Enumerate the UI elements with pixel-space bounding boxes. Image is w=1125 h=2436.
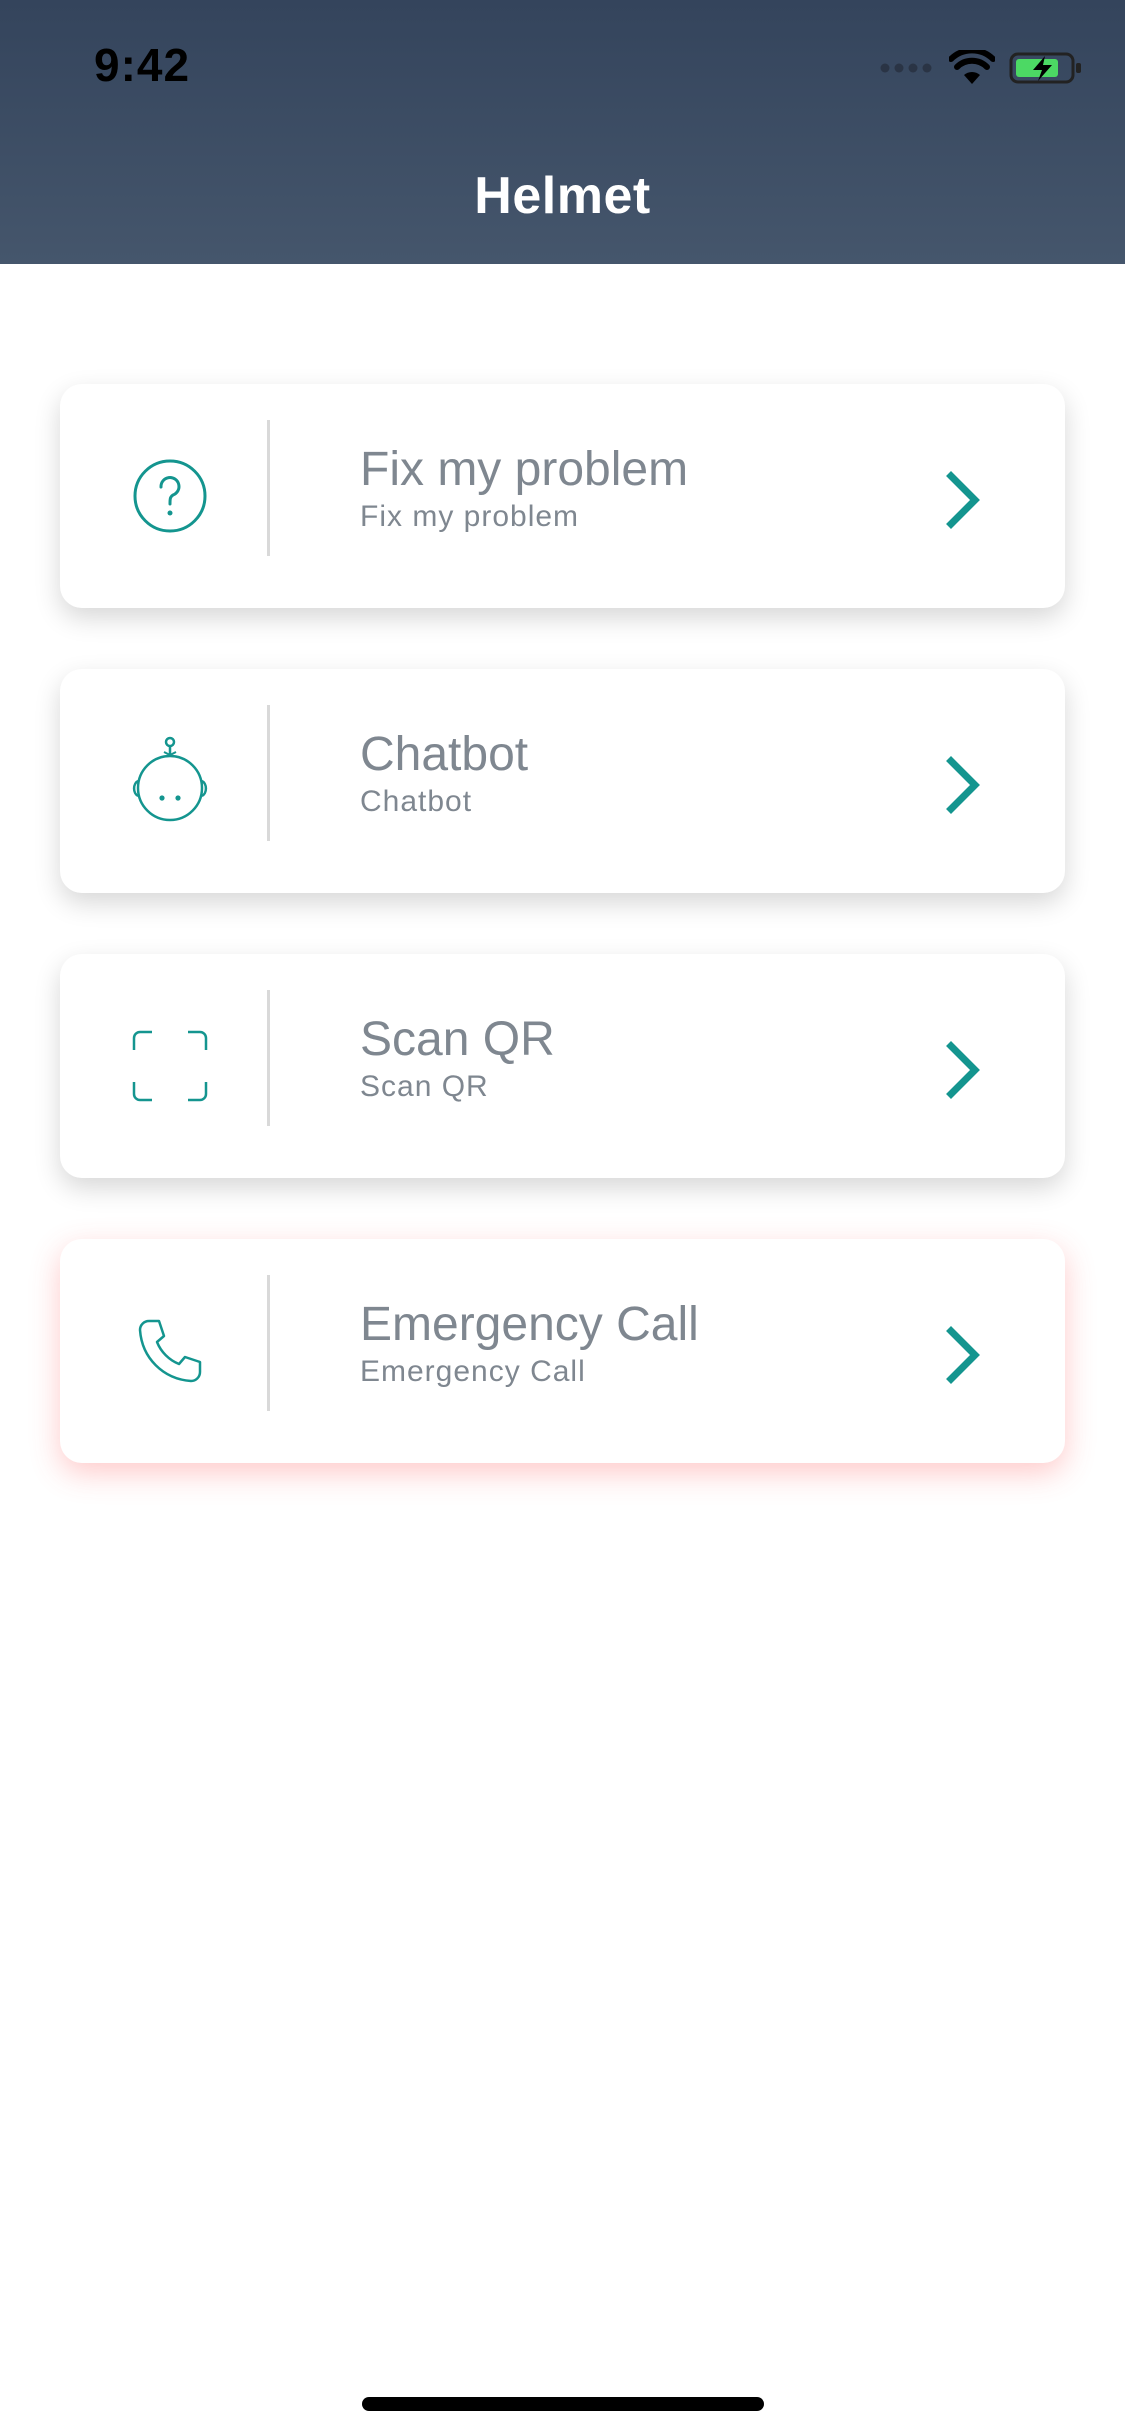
- menu-item-subtitle: Scan QR: [360, 1070, 489, 1103]
- app-header: 9:42 Helmet: [0, 0, 1125, 264]
- phone-icon: [120, 1301, 220, 1401]
- chevron-right-icon: [943, 1325, 983, 1385]
- wifi-icon: [948, 46, 996, 91]
- card-divider: [267, 1275, 270, 1411]
- menu-item-fix-my-problem[interactable]: Fix my problem Fix my problem: [60, 384, 1065, 608]
- page-title: Helmet: [474, 167, 651, 225]
- menu-item-subtitle: Fix my problem: [360, 500, 580, 533]
- menu-list: Fix my problem Fix my problem Chatbot Ch…: [60, 384, 1065, 1524]
- robot-head-icon: [120, 731, 220, 831]
- scan-frame-icon: [120, 1016, 220, 1116]
- chevron-right-icon: [943, 1040, 983, 1100]
- card-divider: [267, 705, 270, 841]
- menu-item-scan-qr[interactable]: Scan QR Scan QR: [60, 954, 1065, 1178]
- menu-item-subtitle: Chatbot: [360, 785, 473, 818]
- chevron-right-icon: [943, 470, 983, 530]
- menu-item-subtitle: Emergency Call: [360, 1355, 586, 1388]
- menu-item-emergency-call[interactable]: Emergency Call Emergency Call: [60, 1239, 1065, 1463]
- status-icons: [879, 46, 1083, 92]
- home-indicator[interactable]: [362, 2397, 764, 2411]
- menu-item-title: Emergency Call: [360, 1298, 699, 1351]
- card-divider: [267, 420, 270, 556]
- card-divider: [267, 990, 270, 1126]
- menu-item-title: Scan QR: [360, 1013, 555, 1066]
- menu-item-title: Chatbot: [360, 728, 529, 781]
- status-time: 9:42: [94, 39, 191, 91]
- question-circle-icon: [120, 446, 220, 546]
- menu-item-chatbot[interactable]: Chatbot Chatbot: [60, 669, 1065, 893]
- battery-charging-icon: [1009, 51, 1083, 90]
- chevron-right-icon: [943, 755, 983, 815]
- signal-dots-icon: [879, 61, 935, 79]
- menu-item-title: Fix my problem: [360, 443, 689, 496]
